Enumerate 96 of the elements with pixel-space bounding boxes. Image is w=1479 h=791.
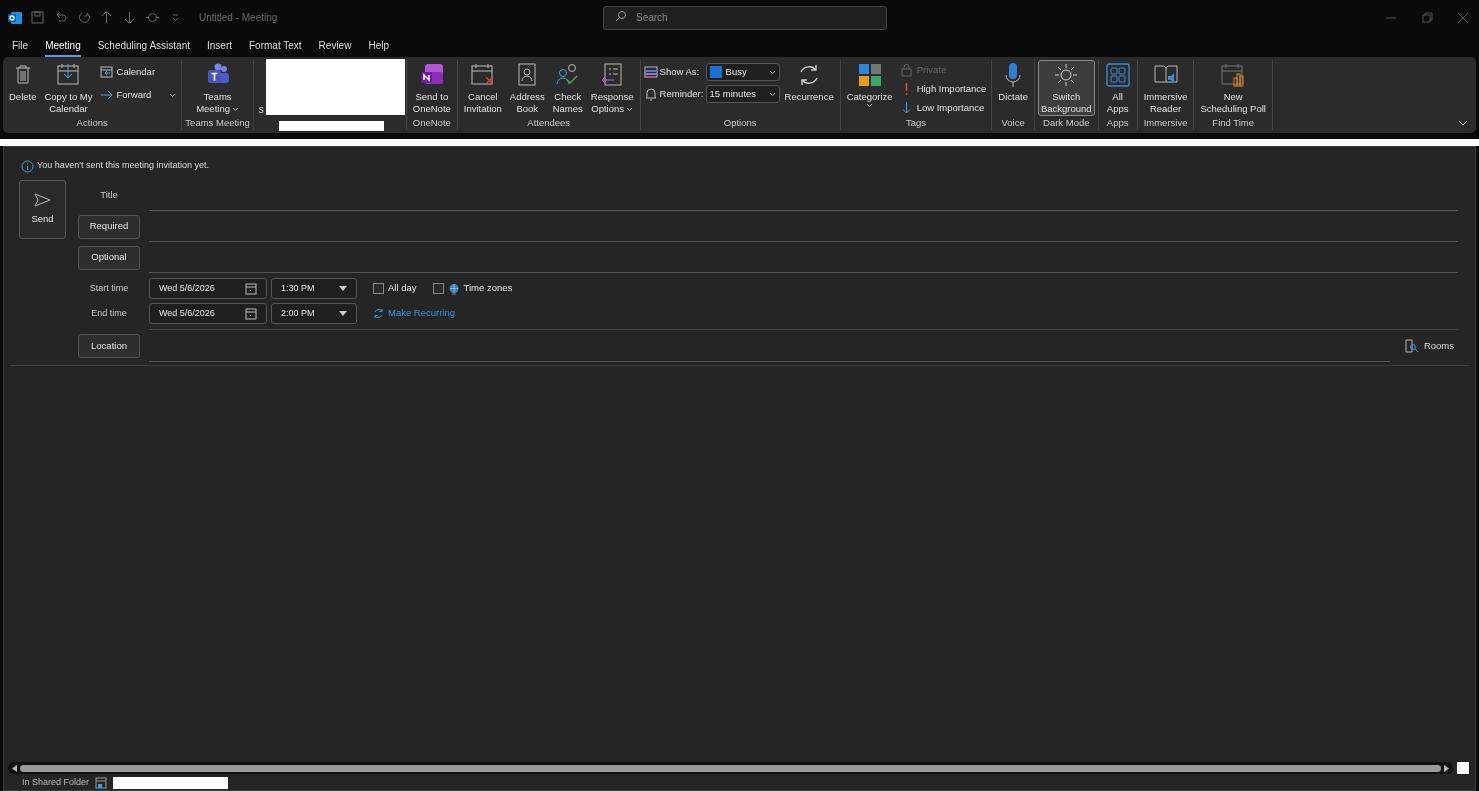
ribbon-button[interactable]: Recurrence	[781, 60, 837, 116]
ribbon-button[interactable]: Delete	[6, 60, 40, 116]
shared-calendar-icon	[95, 777, 108, 789]
lock-icon	[899, 63, 913, 77]
up-arrow-icon[interactable]	[99, 10, 114, 25]
field-label: Reminder:	[659, 86, 704, 101]
group-label: Options	[723, 117, 757, 129]
ribbon-button[interactable]: Cancel Invitation	[460, 60, 505, 116]
ribbon-button[interactable]: Dictate	[995, 60, 1031, 116]
menu-tab[interactable]: Insert	[207, 35, 232, 57]
rooms-button[interactable]: Rooms	[1404, 338, 1454, 354]
time-field[interactable]: 1:30 PM	[271, 278, 357, 299]
field-label: Title	[99, 188, 119, 203]
checkbox[interactable]: Time zones	[432, 281, 513, 296]
send-button[interactable]: Send	[19, 180, 66, 239]
calendar-icon	[245, 282, 257, 295]
ribbon-button[interactable]: Categorize	[843, 60, 896, 116]
caret-icon	[339, 311, 347, 316]
search-icon	[615, 10, 627, 22]
calendar-icon	[245, 307, 257, 320]
caret-icon	[768, 91, 776, 97]
field-button[interactable]: Location	[78, 334, 140, 358]
calendar-chart-icon	[1220, 62, 1247, 88]
bell-icon	[643, 87, 658, 101]
apps-grid-icon	[1104, 62, 1131, 88]
group-label: Dark Mode	[1043, 117, 1090, 129]
ribbon-button[interactable]: Copy to My Calendar	[41, 60, 96, 116]
ribbon-button[interactable]: Switch Background	[1037, 60, 1095, 116]
ribbon-button[interactable]: Response Options	[587, 60, 637, 116]
group-label: Tags	[905, 117, 927, 129]
status-text: In Shared Folder	[22, 776, 90, 790]
caret-icon	[768, 69, 776, 75]
calendar-x-icon	[469, 62, 496, 88]
group-label: Attendees	[527, 117, 571, 129]
ribbon-button[interactable]: Address Book	[506, 60, 548, 116]
recurrence-icon	[373, 308, 384, 319]
left-arrow-icon	[12, 764, 17, 772]
group-label: Find Time	[1212, 117, 1255, 129]
group-label: Actions	[76, 117, 108, 129]
field-button[interactable]: Optional	[78, 245, 140, 270]
group-label: Voice	[1001, 117, 1025, 129]
ribbon-button[interactable]: New Scheduling Poll	[1197, 60, 1269, 116]
collapse-ribbon-icon[interactable]	[1458, 119, 1468, 127]
right-arrow-icon	[1444, 764, 1449, 772]
sun-icon	[1053, 62, 1080, 88]
info-message: You haven't sent this meeting invitation yet.	[37, 159, 209, 173]
ribbon-button[interactable]: Teams Meeting	[193, 60, 242, 116]
scroll-thumb[interactable]	[20, 764, 1441, 772]
info-icon	[21, 159, 34, 173]
field-label: Show As:	[659, 64, 701, 79]
globe-icon	[447, 282, 460, 295]
scroll-bar[interactable]	[8, 762, 1453, 774]
caret-icon	[339, 286, 347, 291]
ribbon-button[interactable]: Calendar	[97, 61, 179, 83]
save-icon[interactable]	[30, 10, 45, 25]
redo-icon[interactable]	[76, 10, 91, 25]
refresh-icon[interactable]	[145, 10, 160, 25]
date-field[interactable]: Wed 5/6/2026	[149, 278, 267, 299]
search-field[interactable]: Search	[603, 5, 887, 30]
show-as-icon	[643, 65, 658, 79]
ribbon-button[interactable]: High Importance	[897, 80, 989, 98]
make-recurring-link[interactable]: Make Recurring	[373, 306, 456, 321]
ribbon-button[interactable]: Forward	[97, 84, 179, 106]
menu-tab[interactable]: Help	[368, 35, 389, 57]
calendar-icon	[99, 65, 113, 79]
room-search-icon	[1404, 339, 1419, 353]
dropdown-field[interactable]: Busy	[705, 63, 780, 81]
ribbon-button[interactable]: Low Importance	[897, 99, 989, 117]
menu-tab[interactable]: File	[12, 35, 29, 57]
right-arrow-icon	[99, 88, 113, 102]
field-label: Start time	[88, 281, 130, 295]
group-label: Apps	[1106, 117, 1129, 129]
menu-tab[interactable]: Review	[318, 35, 352, 57]
down-arrow-icon[interactable]	[122, 10, 137, 25]
ribbon-button[interactable]: All Apps	[1101, 60, 1134, 116]
menu-tab[interactable]: Scheduling Assistant	[97, 35, 190, 57]
ribbon-button[interactable]: Immersive Reader	[1140, 60, 1191, 116]
dropdown-field[interactable]: 15 minutes	[705, 85, 780, 103]
size-grip	[1457, 762, 1469, 774]
field-button[interactable]: Required	[78, 214, 140, 239]
field-label: End time	[90, 306, 128, 320]
status-square-icon	[709, 66, 722, 78]
date-field[interactable]: Wed 5/6/2026	[149, 303, 267, 324]
ribbon-button[interactable]: Send to OneNote	[409, 60, 454, 116]
group-label: OneNote	[412, 117, 451, 129]
color-grid-icon	[856, 62, 883, 88]
send-icon	[34, 192, 51, 207]
time-field[interactable]: 2:00 PM	[271, 303, 357, 324]
ribbon-text-fragment: s	[258, 103, 264, 117]
outlook-logo-icon	[8, 10, 22, 25]
group-label: Teams Meeting	[185, 117, 250, 129]
checkbox[interactable]: All day	[373, 281, 417, 296]
ribbon-button[interactable]: Check Names	[549, 60, 586, 116]
menu-tab[interactable]: Format Text	[249, 35, 302, 57]
group-label: Immersive	[1143, 117, 1188, 129]
window-title: Untitled - Meeting	[199, 11, 278, 25]
